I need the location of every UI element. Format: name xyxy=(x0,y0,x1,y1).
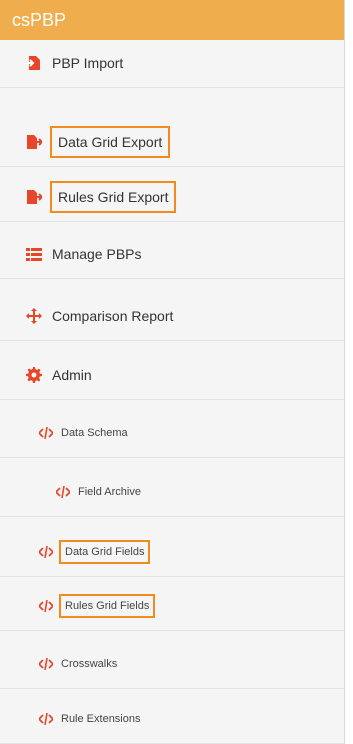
file-import-icon xyxy=(26,55,42,71)
code-icon xyxy=(39,545,53,558)
menu-item-manage-pbps[interactable]: Manage PBPs xyxy=(0,229,344,279)
submenu-item-label: Data Schema xyxy=(61,426,128,439)
app-title: csPBP xyxy=(0,0,344,40)
gear-icon xyxy=(26,366,42,383)
file-export-icon xyxy=(26,189,42,205)
sidebar: csPBP PBP Import Data Grid Export Rules … xyxy=(0,0,345,744)
code-icon xyxy=(39,426,53,439)
submenu-item-rules-grid-fields[interactable]: Rules Grid Fields xyxy=(0,581,344,631)
menu-item-pbp-import[interactable]: PBP Import xyxy=(0,38,344,88)
submenu-item-label: Crosswalks xyxy=(61,657,118,670)
code-icon xyxy=(39,599,53,612)
submenu-item-field-archive[interactable]: Field Archive xyxy=(0,467,344,517)
menu-item-label: Manage PBPs xyxy=(52,245,142,262)
code-icon xyxy=(39,712,53,725)
arrows-move-icon xyxy=(26,307,42,324)
submenu-item-label: Data Grid Fields xyxy=(59,539,151,564)
file-export-icon xyxy=(26,134,42,150)
submenu-item-crosswalks[interactable]: Crosswalks xyxy=(0,639,344,689)
list-icon xyxy=(26,246,42,262)
menu-item-admin[interactable]: Admin xyxy=(0,350,344,400)
code-icon xyxy=(39,657,53,670)
submenu-item-data-schema[interactable]: Data Schema xyxy=(0,408,344,458)
menu-item-rules-grid-export[interactable]: Rules Grid Export xyxy=(0,172,344,222)
submenu-item-label: Rule Extensions xyxy=(61,712,141,725)
menu-item-label: PBP Import xyxy=(52,54,124,71)
submenu-item-data-grid-fields[interactable]: Data Grid Fields xyxy=(0,527,344,577)
submenu-item-label: Field Archive xyxy=(78,485,141,498)
menu-item-label: Admin xyxy=(52,366,92,383)
menu-item-label: Rules Grid Export xyxy=(50,180,177,213)
code-icon xyxy=(56,485,70,498)
submenu-item-label: Rules Grid Fields xyxy=(59,593,156,618)
submenu-item-rule-extensions[interactable]: Rule Extensions xyxy=(0,694,344,744)
menu-item-comparison-report[interactable]: Comparison Report xyxy=(0,291,344,341)
menu-item-data-grid-export[interactable]: Data Grid Export xyxy=(0,117,344,167)
menu-item-label: Data Grid Export xyxy=(50,125,171,158)
menu-item-label: Comparison Report xyxy=(52,307,174,324)
